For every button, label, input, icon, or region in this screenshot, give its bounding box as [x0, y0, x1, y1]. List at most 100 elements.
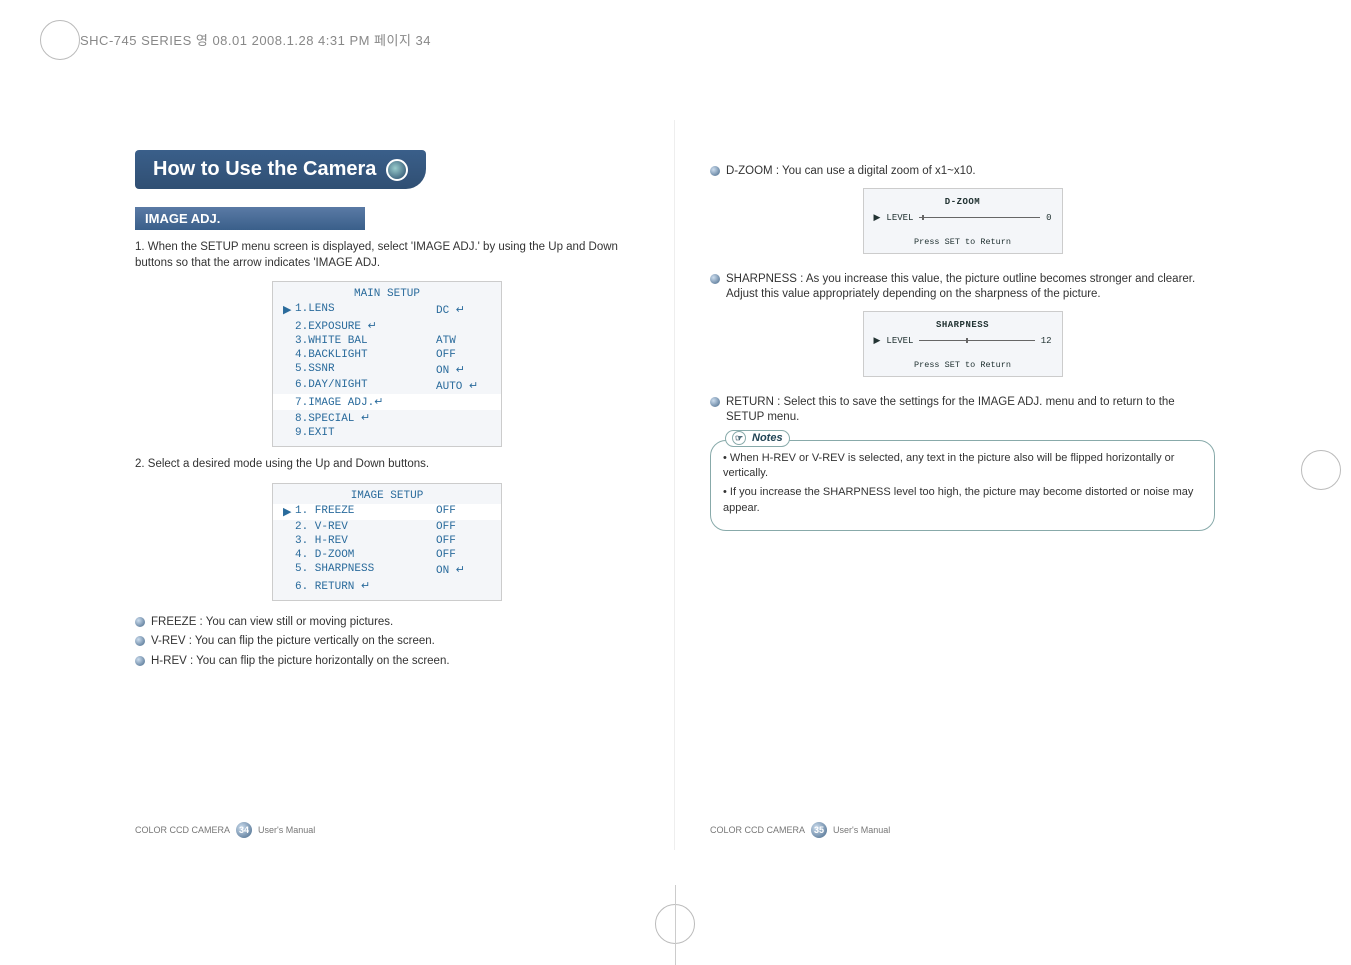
note-item: If you increase the SHARPNESS level too …	[723, 485, 1202, 516]
dzoom-osd: D-ZOOM ▶ LEVEL 0 Press SET to Return	[863, 188, 1063, 254]
menu-item-label: 9.EXIT	[295, 427, 436, 439]
menu-row: 3. H-REVOFF	[273, 534, 501, 548]
feature-item: RETURN : Select this to save the setting…	[710, 395, 1215, 426]
menu-item-label: 4. D-ZOOM	[295, 549, 436, 561]
menu-arrow-icon: ▶	[283, 505, 295, 519]
menu-arrow-icon	[283, 579, 295, 593]
menu-row: 2. V-REVOFF	[273, 520, 501, 534]
page-footer: COLOR CCD CAMERA 35 User's Manual	[710, 822, 890, 838]
osd-level-row: ▶ LEVEL 12	[874, 336, 1052, 346]
menu-row: 2.EXPOSURE ↵	[273, 318, 501, 334]
menu-item-value: OFF	[436, 535, 491, 547]
feature-item: FREEZE : You can view still or moving pi…	[135, 615, 639, 631]
menu-item-label: 1.LENS	[295, 303, 436, 317]
bullet-icon	[135, 656, 145, 666]
menu-row: ▶1. FREEZEOFF	[273, 504, 501, 520]
osd-slider-icon	[919, 340, 1034, 341]
menu-row: 4. D-ZOOMOFF	[273, 548, 501, 562]
menu-item-value: OFF	[436, 349, 491, 361]
osd-arrow-icon: ▶	[874, 336, 881, 346]
preflight-header: SHC-745 SERIES 영 08.01 2008.1.28 4:31 PM…	[80, 30, 431, 49]
feature-list: FREEZE : You can view still or moving pi…	[135, 615, 639, 670]
notes-label: ☞ Notes	[725, 430, 790, 447]
menu-item-value	[436, 579, 491, 593]
footer-doc: User's Manual	[258, 825, 315, 835]
menu-arrow-icon	[283, 427, 295, 439]
menu-item-label: 4.BACKLIGHT	[295, 349, 436, 361]
lens-icon	[386, 159, 408, 181]
menu-item-label: 7.IMAGE ADJ.↵	[295, 395, 436, 409]
menu-title: IMAGE SETUP	[273, 490, 501, 502]
menu-arrow-icon	[283, 349, 295, 361]
osd-slider-icon	[919, 217, 1040, 218]
note-item: When H-REV or V-REV is selected, any tex…	[723, 451, 1202, 482]
menu-item-label: 2. V-REV	[295, 521, 436, 533]
feature-item: H-REV : You can flip the picture horizon…	[135, 654, 639, 670]
menu-arrow-icon	[283, 563, 295, 577]
menu-item-value: DC ↵	[436, 303, 491, 317]
feature-text: V-REV : You can flip the picture vertica…	[151, 634, 435, 650]
footer-product: COLOR CCD CAMERA	[710, 825, 805, 835]
menu-item-value	[436, 411, 491, 425]
osd-value: 12	[1041, 336, 1052, 346]
feature-text: H-REV : You can flip the picture horizon…	[151, 654, 450, 670]
notes-box: ☞ Notes When H-REV or V-REV is selected,…	[710, 440, 1215, 532]
menu-row: 4.BACKLIGHTOFF	[273, 348, 501, 362]
osd-title: D-ZOOM	[874, 197, 1052, 207]
menu-row: 5.SSNRON ↵	[273, 362, 501, 378]
page-title: How to Use the Camera	[135, 150, 426, 189]
menu-item-value: OFF	[436, 521, 491, 533]
sharpness-osd: SHARPNESS ▶ LEVEL 12 Press SET to Return	[863, 311, 1063, 377]
menu-item-label: 2.EXPOSURE ↵	[295, 319, 436, 333]
menu-row: 5. SHARPNESSON ↵	[273, 562, 501, 578]
menu-item-label: 5.SSNR	[295, 363, 436, 377]
page-footer: COLOR CCD CAMERA 34 User's Manual	[135, 822, 315, 838]
osd-footer: Press SET to Return	[874, 237, 1052, 247]
menu-arrow-icon	[283, 319, 295, 333]
menu-arrow-icon	[283, 395, 295, 409]
manual-spread: How to Use the Camera IMAGE ADJ. 1. When…	[100, 120, 1250, 850]
menu-title: MAIN SETUP	[273, 288, 501, 300]
step-text: 1. When the SETUP menu screen is display…	[135, 240, 639, 271]
menu-item-value: OFF	[436, 505, 491, 519]
menu-row: 8.SPECIAL ↵	[273, 410, 501, 426]
menu-item-label: 3. H-REV	[295, 535, 436, 547]
menu-item-value: ATW	[436, 335, 491, 347]
bullet-icon	[710, 397, 720, 407]
page-right: D-ZOOM : You can use a digital zoom of x…	[675, 120, 1250, 850]
menu-row: 7.IMAGE ADJ.↵	[273, 394, 501, 410]
menu-item-value	[436, 427, 491, 439]
osd-value: 0	[1046, 213, 1051, 223]
menu-item-label: 1. FREEZE	[295, 505, 436, 519]
crop-mark-icon	[1301, 450, 1341, 490]
osd-level-label: LEVEL	[886, 336, 913, 346]
bullet-icon	[710, 166, 720, 176]
menu-row: 3.WHITE BALATW	[273, 334, 501, 348]
menu-item-label: 6.DAY/NIGHT	[295, 379, 436, 393]
menu-arrow-icon	[283, 549, 295, 561]
menu-item-label: 6. RETURN ↵	[295, 579, 436, 593]
page-left: How to Use the Camera IMAGE ADJ. 1. When…	[100, 120, 675, 850]
osd-arrow-icon: ▶	[874, 213, 881, 223]
page-number: 35	[811, 822, 827, 838]
menu-item-value	[436, 395, 491, 409]
feature-text: FREEZE : You can view still or moving pi…	[151, 615, 393, 631]
bullet-icon	[710, 274, 720, 284]
menu-arrow-icon	[283, 335, 295, 347]
footer-doc: User's Manual	[833, 825, 890, 835]
menu-arrow-icon: ▶	[283, 303, 295, 317]
feature-item: V-REV : You can flip the picture vertica…	[135, 634, 639, 650]
menu-item-label: 8.SPECIAL ↵	[295, 411, 436, 425]
menu-item-value: ON ↵	[436, 563, 491, 577]
crop-mark-icon	[655, 904, 695, 944]
section-heading: IMAGE ADJ.	[135, 207, 365, 230]
menu-item-label: 3.WHITE BAL	[295, 335, 436, 347]
menu-row: ▶1.LENSDC ↵	[273, 302, 501, 318]
menu-row: 9.EXIT	[273, 426, 501, 440]
osd-footer: Press SET to Return	[874, 360, 1052, 370]
feature-text: D-ZOOM : You can use a digital zoom of x…	[726, 164, 976, 180]
menu-arrow-icon	[283, 363, 295, 377]
image-setup-menu: IMAGE SETUP ▶1. FREEZEOFF2. V-REVOFF3. H…	[272, 483, 502, 601]
page-number: 34	[236, 822, 252, 838]
menu-item-label: 5. SHARPNESS	[295, 563, 436, 577]
